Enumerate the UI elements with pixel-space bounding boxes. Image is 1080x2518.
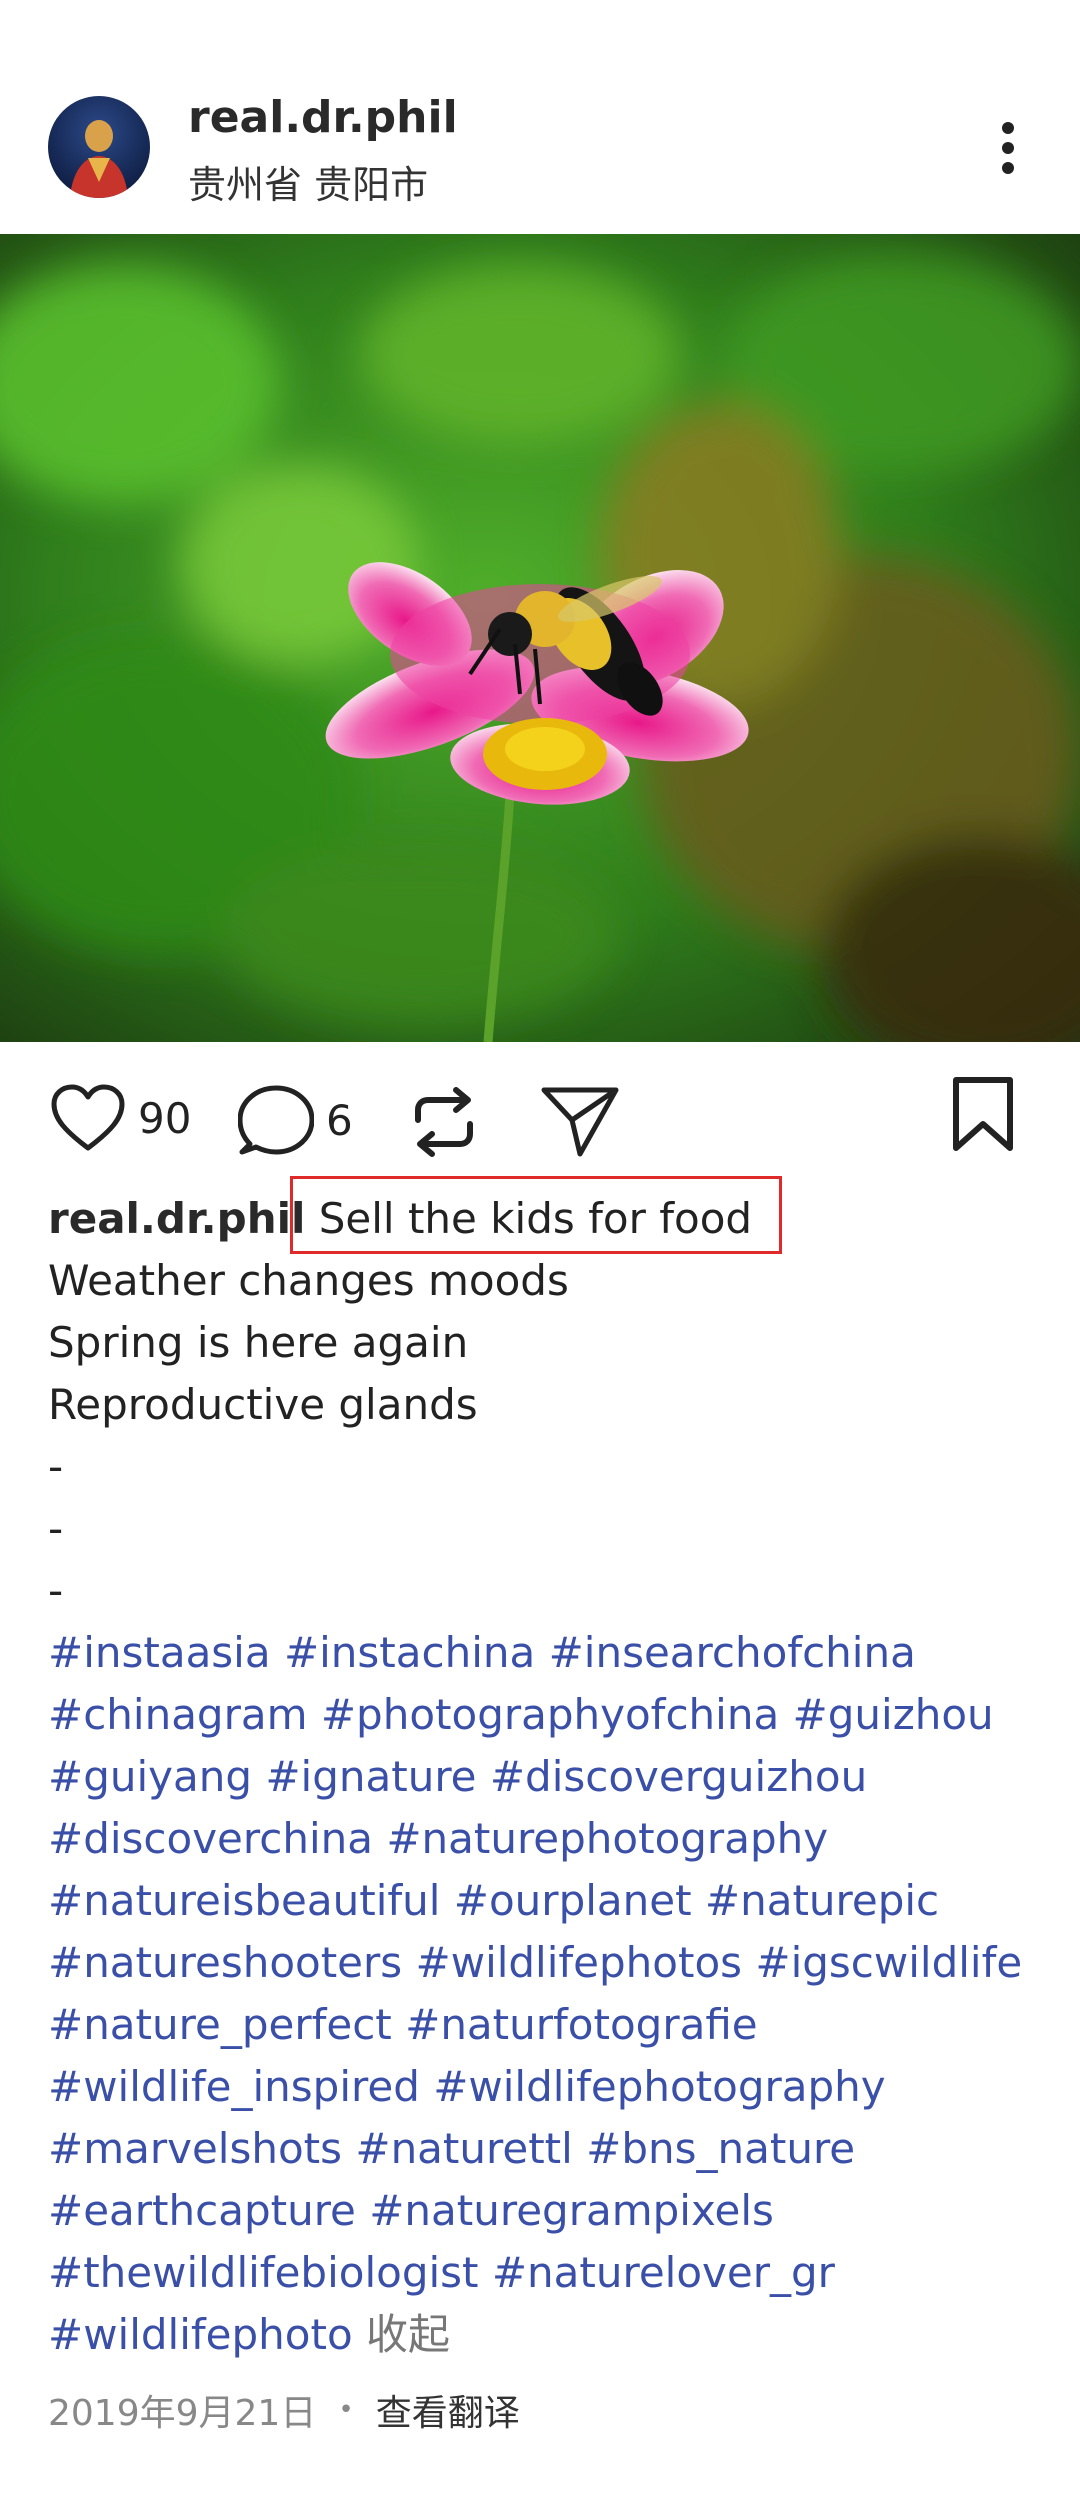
avatar[interactable] [48, 96, 150, 198]
heart-icon [51, 1084, 125, 1151]
like-count: 90 [138, 1093, 192, 1143]
post-author-username[interactable]: real.dr.phil [188, 92, 458, 143]
caption-text-line: - [48, 1504, 64, 1553]
caption-text-line: Sell the kids for food [318, 1194, 753, 1243]
post-header: real.dr.phil 贵州省 贵阳市 [0, 0, 1080, 234]
hashtag-line[interactable]: #wildlifephoto [48, 2310, 353, 2359]
hashtag-line[interactable]: #instaasia #instachina #insearchofchina [48, 1622, 1048, 1684]
caption-text-line: - [48, 1442, 64, 1491]
post-meta: 2019年9月21日 • 查看翻译 [48, 2384, 520, 2436]
save-button[interactable] [950, 1076, 1016, 1154]
post-date: 2019年9月21日 [48, 2393, 317, 2434]
last-hashtag-line: #wildlifephoto 收起 [48, 2304, 1048, 2366]
hashtag-line[interactable]: #guiyang #ignature #discoverguizhou [48, 1746, 1048, 1808]
share-button[interactable] [540, 1082, 620, 1158]
hashtag-line[interactable]: #earthcapture #naturegrampixels [48, 2180, 1048, 2242]
hashtag-line[interactable]: #natureshooters #wildlifephotos #igscwil… [48, 1932, 1048, 1994]
more-options-button[interactable] [976, 112, 1040, 184]
repost-button[interactable] [404, 1082, 484, 1162]
translate-link[interactable]: 查看翻译 [376, 2384, 520, 2436]
meta-separator: • [338, 2395, 354, 2425]
post-caption: real.dr.phil Sell the kids for food Weat… [48, 1188, 1048, 2366]
hashtag-line[interactable]: #chinagram #photographyofchina #guizhou [48, 1684, 1048, 1746]
bookmark-icon [953, 1077, 1013, 1151]
post-photo[interactable] [0, 234, 1080, 1042]
send-icon [541, 1087, 619, 1157]
more-vertical-icon [1002, 122, 1014, 174]
repost-icon [415, 1087, 473, 1157]
post-actions: 90 6 [0, 1042, 1080, 1192]
post-location[interactable]: 贵州省 贵阳市 [188, 154, 428, 209]
comment-icon [238, 1085, 314, 1155]
caption-username[interactable]: real.dr.phil [48, 1194, 305, 1243]
comment-count: 6 [326, 1095, 353, 1145]
hashtag-line[interactable]: #natureisbeautiful #ourplanet #naturepic [48, 1870, 1048, 1932]
hashtag-line[interactable]: #discoverchina #naturephotography [48, 1808, 1048, 1870]
caption-text-line: - [48, 1566, 64, 1615]
hashtag-line[interactable]: #marvelshots #naturettl #bns_nature [48, 2118, 1048, 2180]
hashtag-line[interactable]: #nature_perfect #naturfotografie [48, 1994, 1048, 2056]
hashtag-line[interactable]: #wildlife_inspired #wildlifephotography [48, 2056, 1048, 2118]
comment-button[interactable]: 6 [238, 1084, 353, 1156]
like-button[interactable]: 90 [50, 1084, 191, 1152]
caption-first-line: real.dr.phil Sell the kids for food [48, 1188, 1048, 1250]
hashtag-line[interactable]: #thewildlifebiologist #naturelover_gr [48, 2242, 1048, 2304]
caption-text-line: Weather changes moods [48, 1256, 569, 1305]
caption-text-line: Spring is here again [48, 1318, 469, 1367]
collapse-link[interactable]: 收起 [366, 2310, 450, 2359]
caption-text-line: Reproductive glands [48, 1380, 478, 1429]
